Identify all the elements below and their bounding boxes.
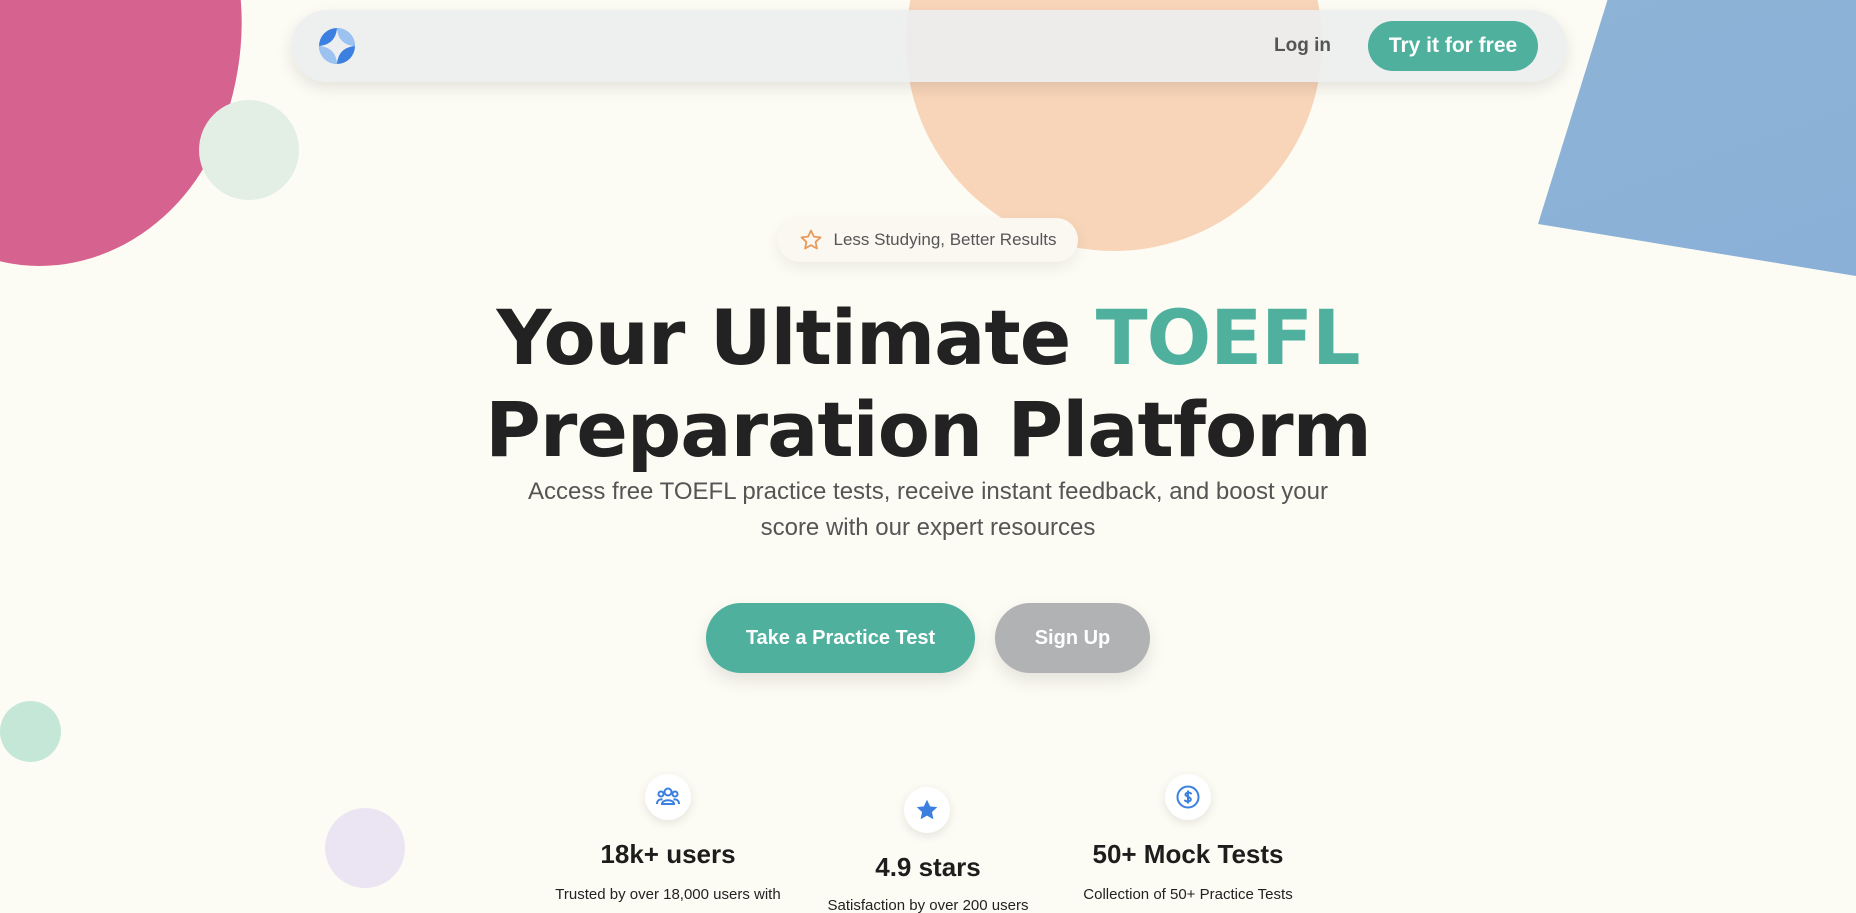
headline-accent: TOEFL [1095, 293, 1361, 382]
star-icon [904, 787, 950, 833]
stat-description: Satisfaction by over 200 users [827, 897, 1029, 913]
tagline-badge: Less Studying, Better Results [778, 218, 1078, 262]
page-title: Your Ultimate TOEFL Preparation Platform [428, 292, 1428, 476]
hero-subtitle: Access free TOEFL practice tests, receiv… [478, 474, 1378, 546]
users-icon [645, 774, 691, 820]
dollar-icon [1165, 774, 1211, 820]
stat-title: 50+ Mock Tests [1092, 839, 1284, 869]
login-link[interactable]: Log in [1274, 35, 1331, 57]
mint-dot-decoration [199, 100, 299, 200]
subtitle-line2: score with our expert resources [760, 514, 1096, 541]
top-nav: Log in Try it for free [291, 10, 1567, 82]
logo-icon[interactable] [318, 27, 356, 65]
stat-title: 18k+ users [600, 839, 736, 869]
subtitle-line1: Access free TOEFL practice tests, receiv… [528, 478, 1328, 505]
try-free-button[interactable]: Try it for free [1368, 21, 1538, 71]
stat-description: Collection of 50+ Practice Tests [1083, 886, 1293, 903]
blue-shape-decoration [1538, 0, 1856, 278]
headline-part1: Your Ultimate [496, 293, 1096, 382]
stat-description: Trusted by over 18,000 users with [555, 886, 781, 903]
take-practice-test-button[interactable]: Take a Practice Test [706, 603, 975, 673]
page: Log in Try it for free Less Studying, Be… [0, 0, 1856, 913]
star-outline-icon [801, 229, 822, 250]
badge-text: Less Studying, Better Results [833, 230, 1057, 249]
lilac-dot-decoration [325, 808, 405, 888]
headline-part2: Preparation Platform [485, 385, 1372, 474]
stat-title: 4.9 stars [875, 852, 981, 882]
sign-up-button[interactable]: Sign Up [995, 603, 1150, 673]
mint-dot-decoration-left [0, 701, 61, 762]
